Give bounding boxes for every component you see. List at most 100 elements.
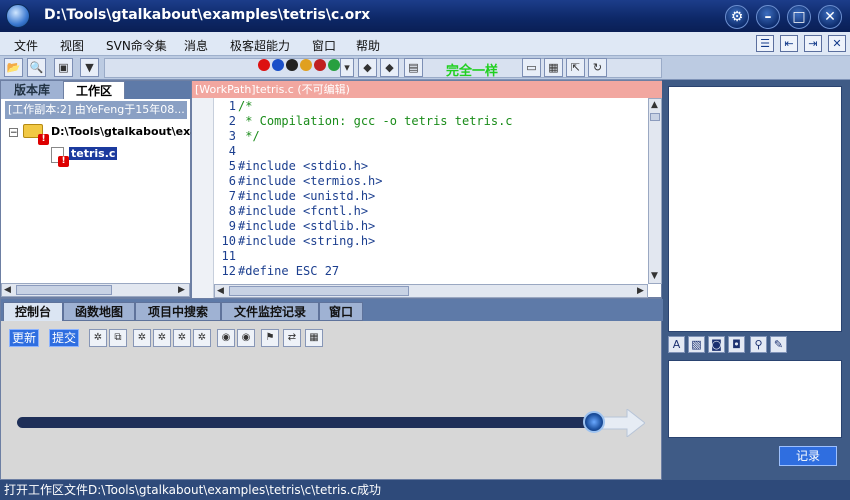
modified-alert-icon: ! [38, 134, 49, 145]
filter-icon[interactable]: ▼ [80, 58, 99, 77]
browse-icon[interactable]: 🔍 [27, 58, 46, 77]
line-number: 2 [228, 114, 236, 128]
line-number: 9 [228, 219, 236, 233]
stop-icon[interactable] [314, 59, 326, 71]
tab-function-map[interactable]: 函数地图 [63, 302, 135, 321]
code-text: #include <stdlib.h> [238, 219, 376, 233]
search-blue-icon[interactable]: ◉ [237, 329, 255, 347]
menu-view[interactable]: 视图 [60, 37, 84, 54]
settings-gear-icon[interactable]: ⚙ [725, 5, 749, 29]
update-button[interactable]: 更新 [9, 329, 39, 347]
code-text: #include <unistd.h> [238, 189, 376, 203]
code-text: #include <string.h> [238, 234, 376, 248]
save-icon[interactable]: ▣ [54, 58, 73, 77]
scroll-down-arrow-icon[interactable]: ▼ [651, 271, 658, 281]
timeline-slider-track[interactable] [17, 417, 591, 428]
note-input[interactable] [668, 360, 842, 438]
copy-icon[interactable]: ⧉ [109, 329, 127, 347]
attach-icon[interactable]: ✎ [770, 336, 787, 353]
code-line: 9 #include <stdlib.h> [214, 219, 646, 234]
code-area[interactable]: 1/* 2 * Compilation: gcc -o tetris tetris… [214, 99, 646, 279]
screenshot-icon[interactable]: ◘ [728, 336, 745, 353]
calendar-icon[interactable]: ▦ [305, 329, 323, 347]
scroll-right-arrow-icon[interactable]: ▶ [178, 285, 185, 295]
tab-window[interactable]: 窗口 [319, 302, 363, 321]
close-panel-icon[interactable]: ✕ [828, 35, 846, 52]
dock-right-icon[interactable]: ⇥ [804, 35, 822, 52]
scroll-thumb[interactable] [16, 285, 112, 295]
close-button[interactable]: ✕ [818, 5, 842, 29]
commit-button[interactable]: 提交 [49, 329, 79, 347]
maximize-button[interactable]: □ [787, 5, 811, 29]
minimize-button[interactable]: – [756, 5, 780, 29]
code-text: */ [238, 129, 260, 143]
code-line: 11 [214, 249, 646, 264]
export-icon[interactable]: ⇱ [566, 58, 585, 77]
image-icon[interactable]: ▧ [688, 336, 705, 353]
record-button[interactable]: 记录 [779, 446, 837, 466]
refresh-icon[interactable]: ↻ [588, 58, 607, 77]
tree-collapse-icon[interactable]: − [9, 128, 18, 138]
print-icon[interactable]: ▦ [544, 58, 563, 77]
horizontal-scrollbar[interactable]: ◀ ▶ [214, 284, 648, 298]
menu-svn[interactable]: SVN命令集 [106, 37, 167, 54]
pin-icon[interactable]: ⚲ [750, 336, 767, 353]
compare-icon[interactable]: ◆ [358, 58, 377, 77]
scroll-thumb[interactable] [650, 113, 660, 121]
code-text: * Compilation: gcc -o tetris tetris.c [238, 114, 513, 128]
log-icon[interactable]: ▤ [404, 58, 423, 77]
record-red-icon[interactable] [258, 59, 270, 71]
code-line: 3 */ [214, 129, 646, 144]
scroll-thumb[interactable] [229, 286, 409, 296]
open-folder-icon[interactable]: 📂 [4, 58, 23, 77]
green-circle-icon[interactable] [328, 59, 340, 71]
menu-geek-powers[interactable]: 极客超能力 [230, 37, 290, 54]
working-copy-info: [工作副本:2] 由YeFeng于15年08... [5, 101, 187, 119]
dock-left-icon[interactable]: ⇤ [780, 35, 798, 52]
merge-icon[interactable]: ◆ [380, 58, 399, 77]
menu-window[interactable]: 窗口 [312, 37, 336, 54]
tree-file-tetris[interactable]: tetris.c [69, 147, 118, 160]
editor-title: [WorkPath]tetris.c (不可编辑) [192, 81, 663, 98]
scroll-up-arrow-icon[interactable]: ▲ [651, 100, 658, 110]
timeline-slider-knob[interactable] [583, 411, 605, 433]
tab-project-search[interactable]: 项目中搜索 [135, 302, 221, 321]
line-number: 1 [228, 99, 236, 113]
search-red-icon[interactable]: ◉ [217, 329, 235, 347]
workspace-panel: 版本库 工作区 [工作副本:2] 由YeFeng于15年08... − ! D:… [0, 80, 209, 298]
tab-file-monitor[interactable]: 文件监控记录 [221, 302, 319, 321]
scroll-left-arrow-icon[interactable]: ◀ [4, 285, 11, 295]
menu-messages[interactable]: 消息 [184, 37, 208, 54]
code-line: 10 #include <string.h> [214, 234, 646, 249]
black-circle-icon[interactable] [286, 59, 298, 71]
scroll-right-arrow-icon[interactable]: ▶ [637, 286, 644, 296]
blue-circle-icon[interactable] [272, 59, 284, 71]
code-line: 1/* [214, 99, 646, 114]
menu-file[interactable]: 文件 [14, 37, 38, 54]
camera-icon[interactable]: ◙ [708, 336, 725, 353]
tab-repository[interactable]: 版本库 [1, 81, 63, 99]
tree-root-path[interactable]: D:\Tools\gtalkabout\exam [51, 125, 209, 138]
scroll-left-arrow-icon[interactable]: ◀ [217, 286, 224, 296]
flag-icon[interactable]: ⚑ [261, 329, 279, 347]
tab-console[interactable]: 控制台 [3, 302, 63, 321]
vertical-scrollbar[interactable]: ▲ ▼ [648, 98, 662, 284]
diff-next-icon[interactable]: ✲ [173, 329, 191, 347]
dropdown-arrow-icon[interactable]: ▾ [340, 58, 354, 77]
menu-help[interactable]: 帮助 [356, 37, 380, 54]
diff-prev-icon[interactable]: ✲ [153, 329, 171, 347]
flower-icon[interactable]: ✲ [89, 329, 107, 347]
code-line: 7 #include <unistd.h> [214, 189, 646, 204]
code-line: 12 #define ESC 27 [214, 264, 646, 279]
sync-icon[interactable]: ⇄ [283, 329, 301, 347]
code-line: 5 #include <stdio.h> [214, 159, 646, 174]
split-horizontal-icon[interactable]: ▭ [522, 58, 541, 77]
horizontal-scrollbar[interactable]: ◀ ▶ [1, 283, 190, 297]
orange-circle-icon[interactable] [300, 59, 312, 71]
diff-icon[interactable]: ✲ [133, 329, 151, 347]
text-icon[interactable]: A [668, 336, 685, 353]
diff-all-icon[interactable]: ✲ [193, 329, 211, 347]
layout-icon[interactable]: ☰ [756, 35, 774, 52]
app-logo-icon [6, 4, 30, 28]
tab-workspace[interactable]: 工作区 [63, 81, 125, 99]
